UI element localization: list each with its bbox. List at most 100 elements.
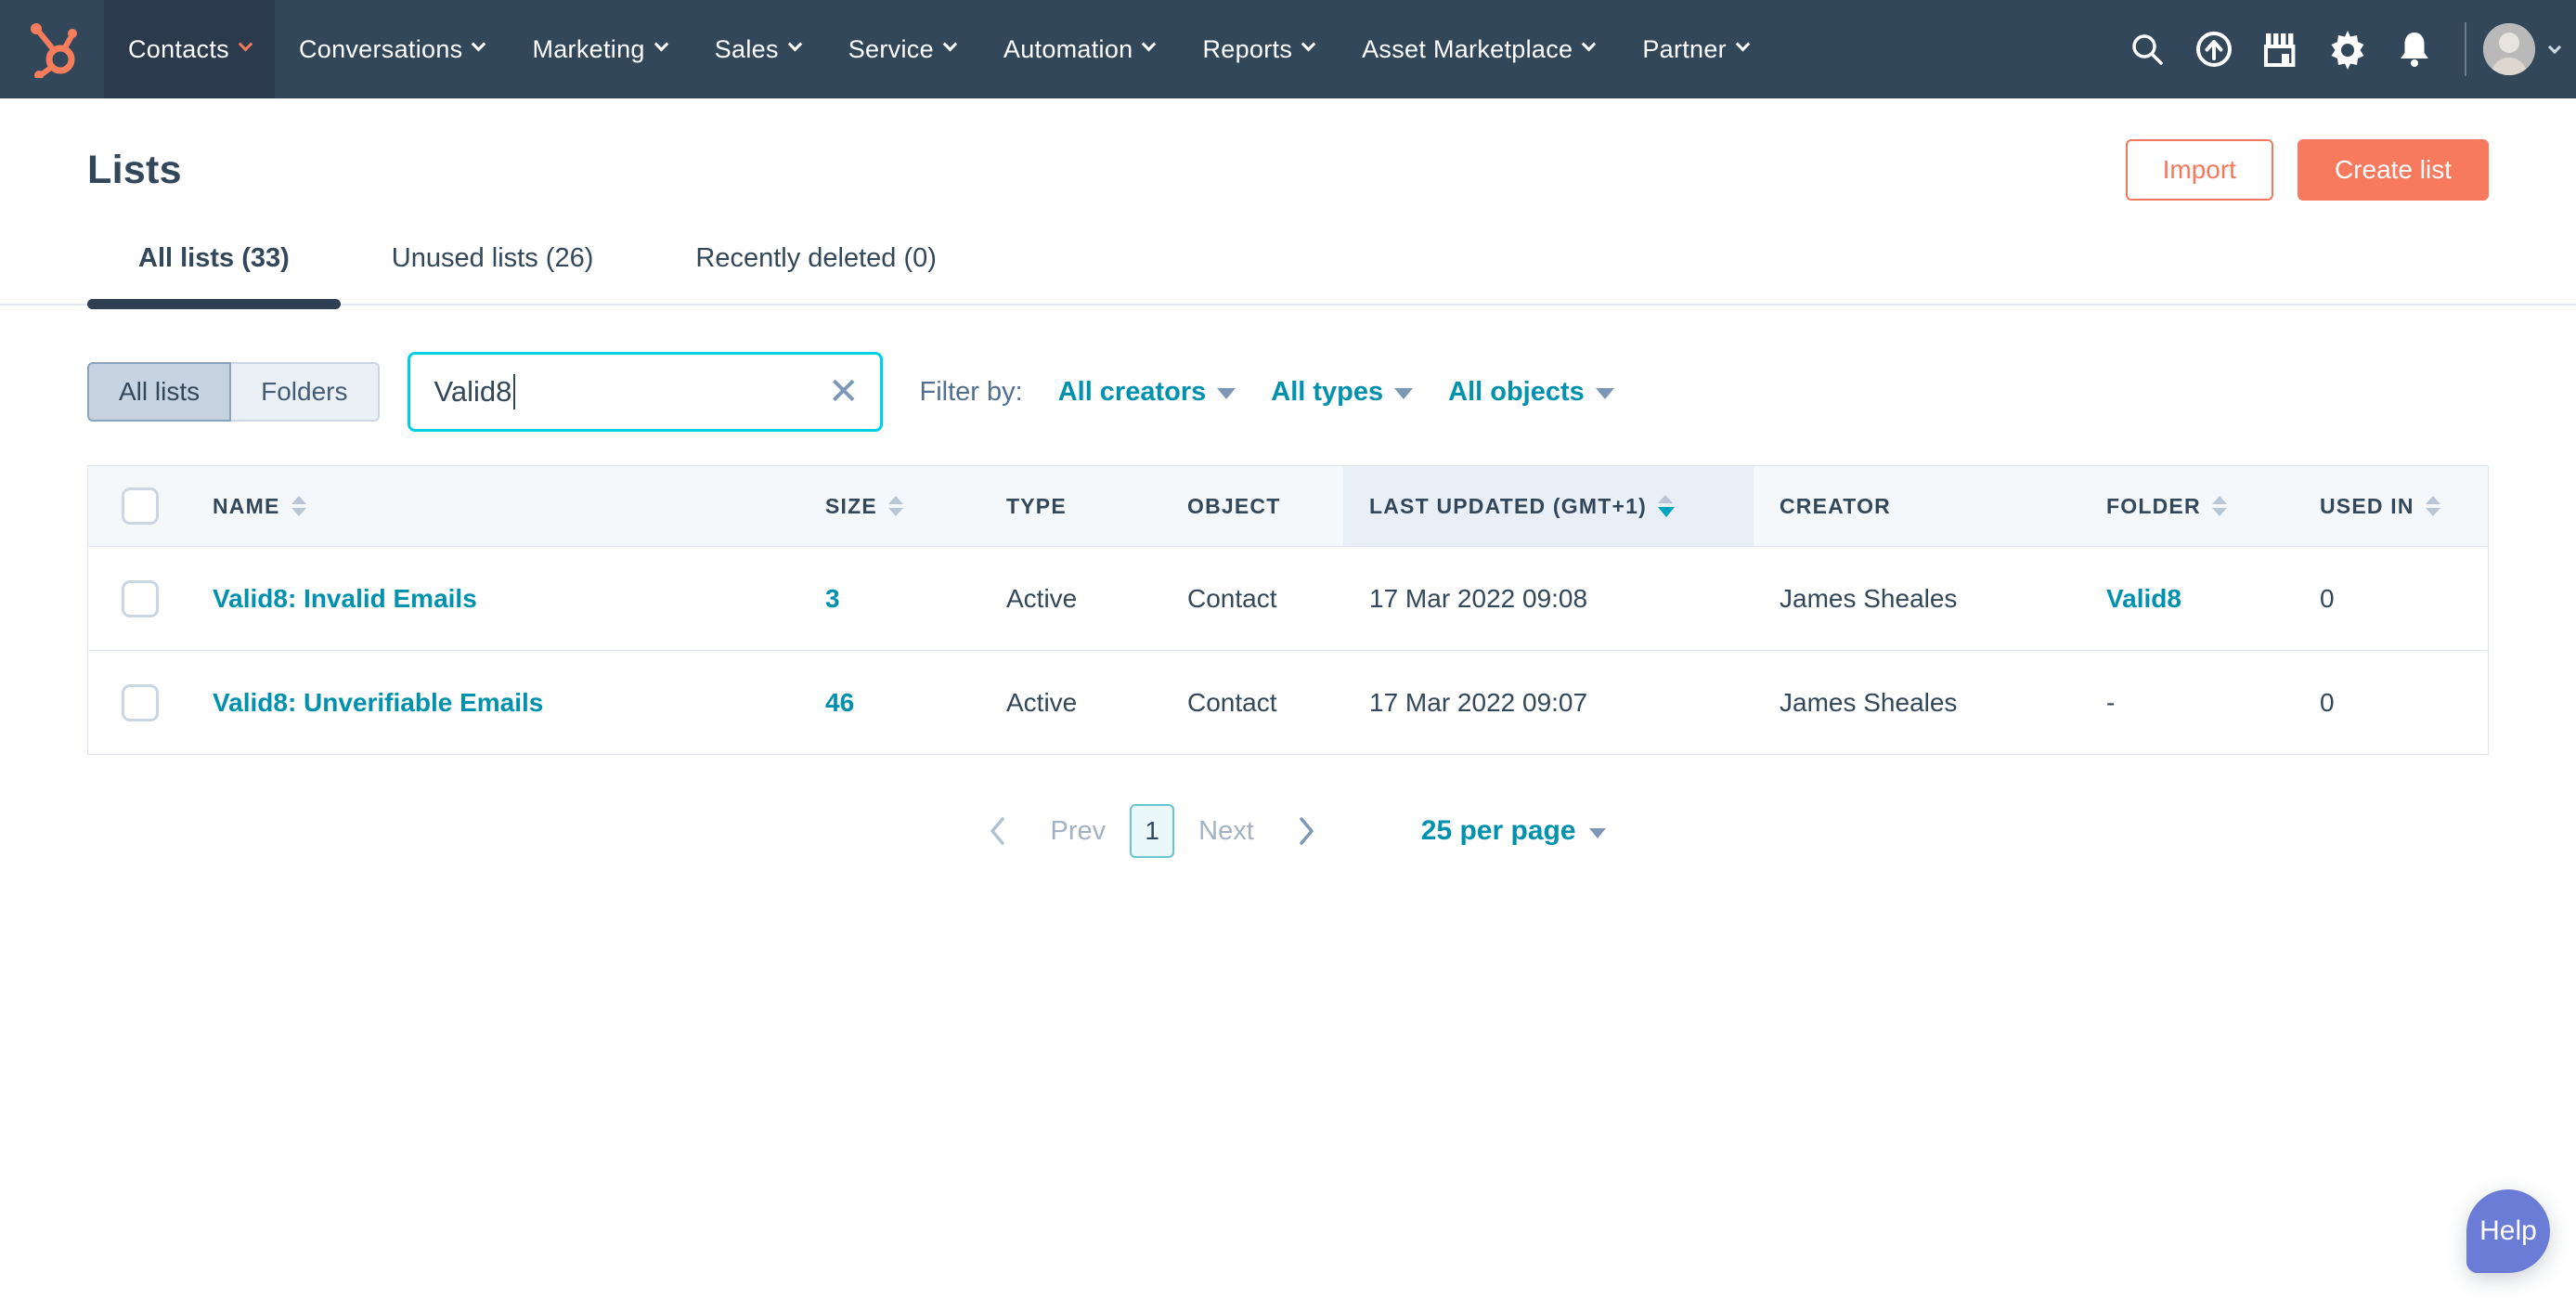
chevron-down-icon	[239, 36, 253, 51]
creator-cell: James Sheales	[1754, 584, 2080, 614]
filter-label-text: All creators	[1058, 377, 1207, 408]
filter-all-types[interactable]: All types	[1271, 377, 1413, 408]
page-title: Lists	[87, 148, 182, 193]
column-header-name[interactable]: NAME	[187, 466, 799, 546]
list-size-link[interactable]: 46	[825, 688, 854, 717]
filter-label-text: All objects	[1448, 377, 1585, 408]
tab-all-lists[interactable]: All lists (33)	[87, 243, 341, 304]
filter-label-text: All types	[1271, 377, 1383, 408]
nav-item-label: Partner	[1642, 35, 1727, 64]
list-name-link[interactable]: Valid8: Invalid Emails	[213, 584, 477, 613]
column-label: NAME	[213, 494, 280, 519]
settings-gear-icon[interactable]	[2314, 0, 2381, 98]
sort-arrows-icon-active	[1658, 495, 1675, 517]
create-list-button[interactable]: Create list	[2298, 139, 2489, 201]
nav-item-sales[interactable]: Sales	[691, 0, 824, 98]
caret-down-icon	[1596, 388, 1614, 399]
nav-item-conversations[interactable]: Conversations	[275, 0, 509, 98]
used-in-cell: 0	[2294, 584, 2489, 614]
chevron-down-icon	[787, 36, 802, 51]
prev-button[interactable]: Prev	[1050, 816, 1106, 847]
nav-item-marketing[interactable]: Marketing	[508, 0, 690, 98]
navbar-right	[2114, 0, 2576, 98]
sort-arrows-icon	[2212, 496, 2227, 516]
marketplace-icon[interactable]	[2247, 0, 2314, 98]
list-controls: All lists Folders Valid8 ✕ Filter by: Al…	[0, 352, 2576, 432]
page-header: Lists Import Create list	[0, 98, 2576, 201]
header-checkbox-cell	[88, 466, 187, 546]
filter-all-objects[interactable]: All objects	[1448, 377, 1614, 408]
prev-page-chevron[interactable]	[970, 803, 1026, 859]
column-label: LAST UPDATED (GMT+1)	[1369, 494, 1647, 519]
sort-arrows-icon	[888, 496, 903, 516]
pagination: Prev 1 Next 25 per page	[0, 803, 2576, 859]
nav-item-label: Reports	[1202, 35, 1292, 64]
row-checkbox-cell	[88, 684, 187, 721]
import-button[interactable]: Import	[2126, 139, 2273, 201]
toggle-all-lists[interactable]: All lists	[87, 362, 231, 422]
sort-arrows-icon	[291, 496, 306, 516]
folder-link[interactable]: Valid8	[2106, 584, 2181, 613]
next-button[interactable]: Next	[1198, 816, 1254, 847]
top-navbar: Contacts Conversations Marketing Sales S…	[0, 0, 2576, 98]
tab-recently-deleted[interactable]: Recently deleted (0)	[644, 243, 988, 304]
nav-item-label: Asset Marketplace	[1362, 35, 1573, 64]
list-object-cell: Contact	[1161, 688, 1343, 718]
filter-all-creators[interactable]: All creators	[1058, 377, 1236, 408]
per-page-select[interactable]: 25 per page	[1421, 815, 1606, 847]
column-label: SIZE	[825, 494, 877, 519]
clear-x-icon[interactable]: ✕	[828, 373, 860, 410]
column-header-size[interactable]: SIZE	[799, 466, 980, 546]
row-checkbox[interactable]	[122, 580, 159, 617]
user-avatar[interactable]	[2483, 23, 2535, 75]
nav-item-partner[interactable]: Partner	[1618, 0, 1772, 98]
search-icon[interactable]	[2114, 0, 2181, 98]
chevron-down-icon	[1582, 36, 1597, 51]
nav-item-label: Service	[848, 35, 934, 64]
nav-item-service[interactable]: Service	[824, 0, 979, 98]
chevron-down-icon	[1142, 36, 1157, 51]
column-label: TYPE	[1006, 494, 1067, 519]
toggle-folders[interactable]: Folders	[231, 362, 379, 422]
tab-bar: All lists (33) Unused lists (26) Recentl…	[0, 243, 2576, 305]
last-updated-cell: 17 Mar 2022 09:08	[1343, 584, 1754, 614]
nav-item-contacts[interactable]: Contacts	[104, 0, 275, 98]
nav-item-automation[interactable]: Automation	[979, 0, 1179, 98]
view-toggle-group: All lists Folders	[87, 362, 380, 422]
text-cursor	[513, 374, 515, 409]
nav-item-reports[interactable]: Reports	[1178, 0, 1338, 98]
row-checkbox[interactable]	[122, 684, 159, 721]
column-header-creator: CREATOR	[1754, 466, 2080, 546]
column-label: FOLDER	[2106, 494, 2201, 519]
chevron-down-icon	[654, 36, 668, 51]
help-button[interactable]: Help	[2466, 1189, 2550, 1273]
current-page-button[interactable]: 1	[1130, 804, 1174, 858]
chevron-down-icon	[472, 36, 486, 51]
filter-by-label: Filter by:	[920, 377, 1023, 408]
hubspot-sprocket-logo[interactable]	[0, 0, 104, 98]
tab-label: All lists (33)	[138, 243, 290, 273]
table-header-row: NAME SIZE TYPE OBJECT LAST UPDATED (GMT+…	[88, 466, 2488, 546]
per-page-label: 25 per page	[1421, 815, 1576, 847]
column-header-folder[interactable]: FOLDER	[2080, 466, 2294, 546]
column-header-object: OBJECT	[1161, 466, 1343, 546]
list-type-cell: Active	[980, 688, 1161, 718]
navbar-divider	[2465, 22, 2466, 76]
list-name-link[interactable]: Valid8: Unverifiable Emails	[213, 688, 543, 717]
last-updated-cell: 17 Mar 2022 09:07	[1343, 688, 1754, 718]
next-page-chevron[interactable]	[1278, 803, 1334, 859]
search-input[interactable]: Valid8 ✕	[408, 352, 883, 432]
column-header-used-in[interactable]: USED IN	[2294, 466, 2489, 546]
nav-item-asset-marketplace[interactable]: Asset Marketplace	[1338, 0, 1618, 98]
upgrade-icon[interactable]	[2181, 0, 2247, 98]
select-all-checkbox[interactable]	[122, 487, 159, 525]
chevron-down-icon	[1301, 36, 1316, 51]
column-label: CREATOR	[1780, 494, 1891, 519]
notifications-bell-icon[interactable]	[2381, 0, 2448, 98]
list-size-link[interactable]: 3	[825, 584, 840, 613]
column-header-last-updated[interactable]: LAST UPDATED (GMT+1)	[1343, 466, 1754, 546]
tab-unused-lists[interactable]: Unused lists (26)	[341, 243, 645, 304]
lists-page: Contacts Conversations Marketing Sales S…	[0, 0, 2576, 1299]
nav-item-label: Conversations	[299, 35, 463, 64]
table-row: Valid8: Invalid Emails 3 Active Contact …	[88, 546, 2488, 650]
